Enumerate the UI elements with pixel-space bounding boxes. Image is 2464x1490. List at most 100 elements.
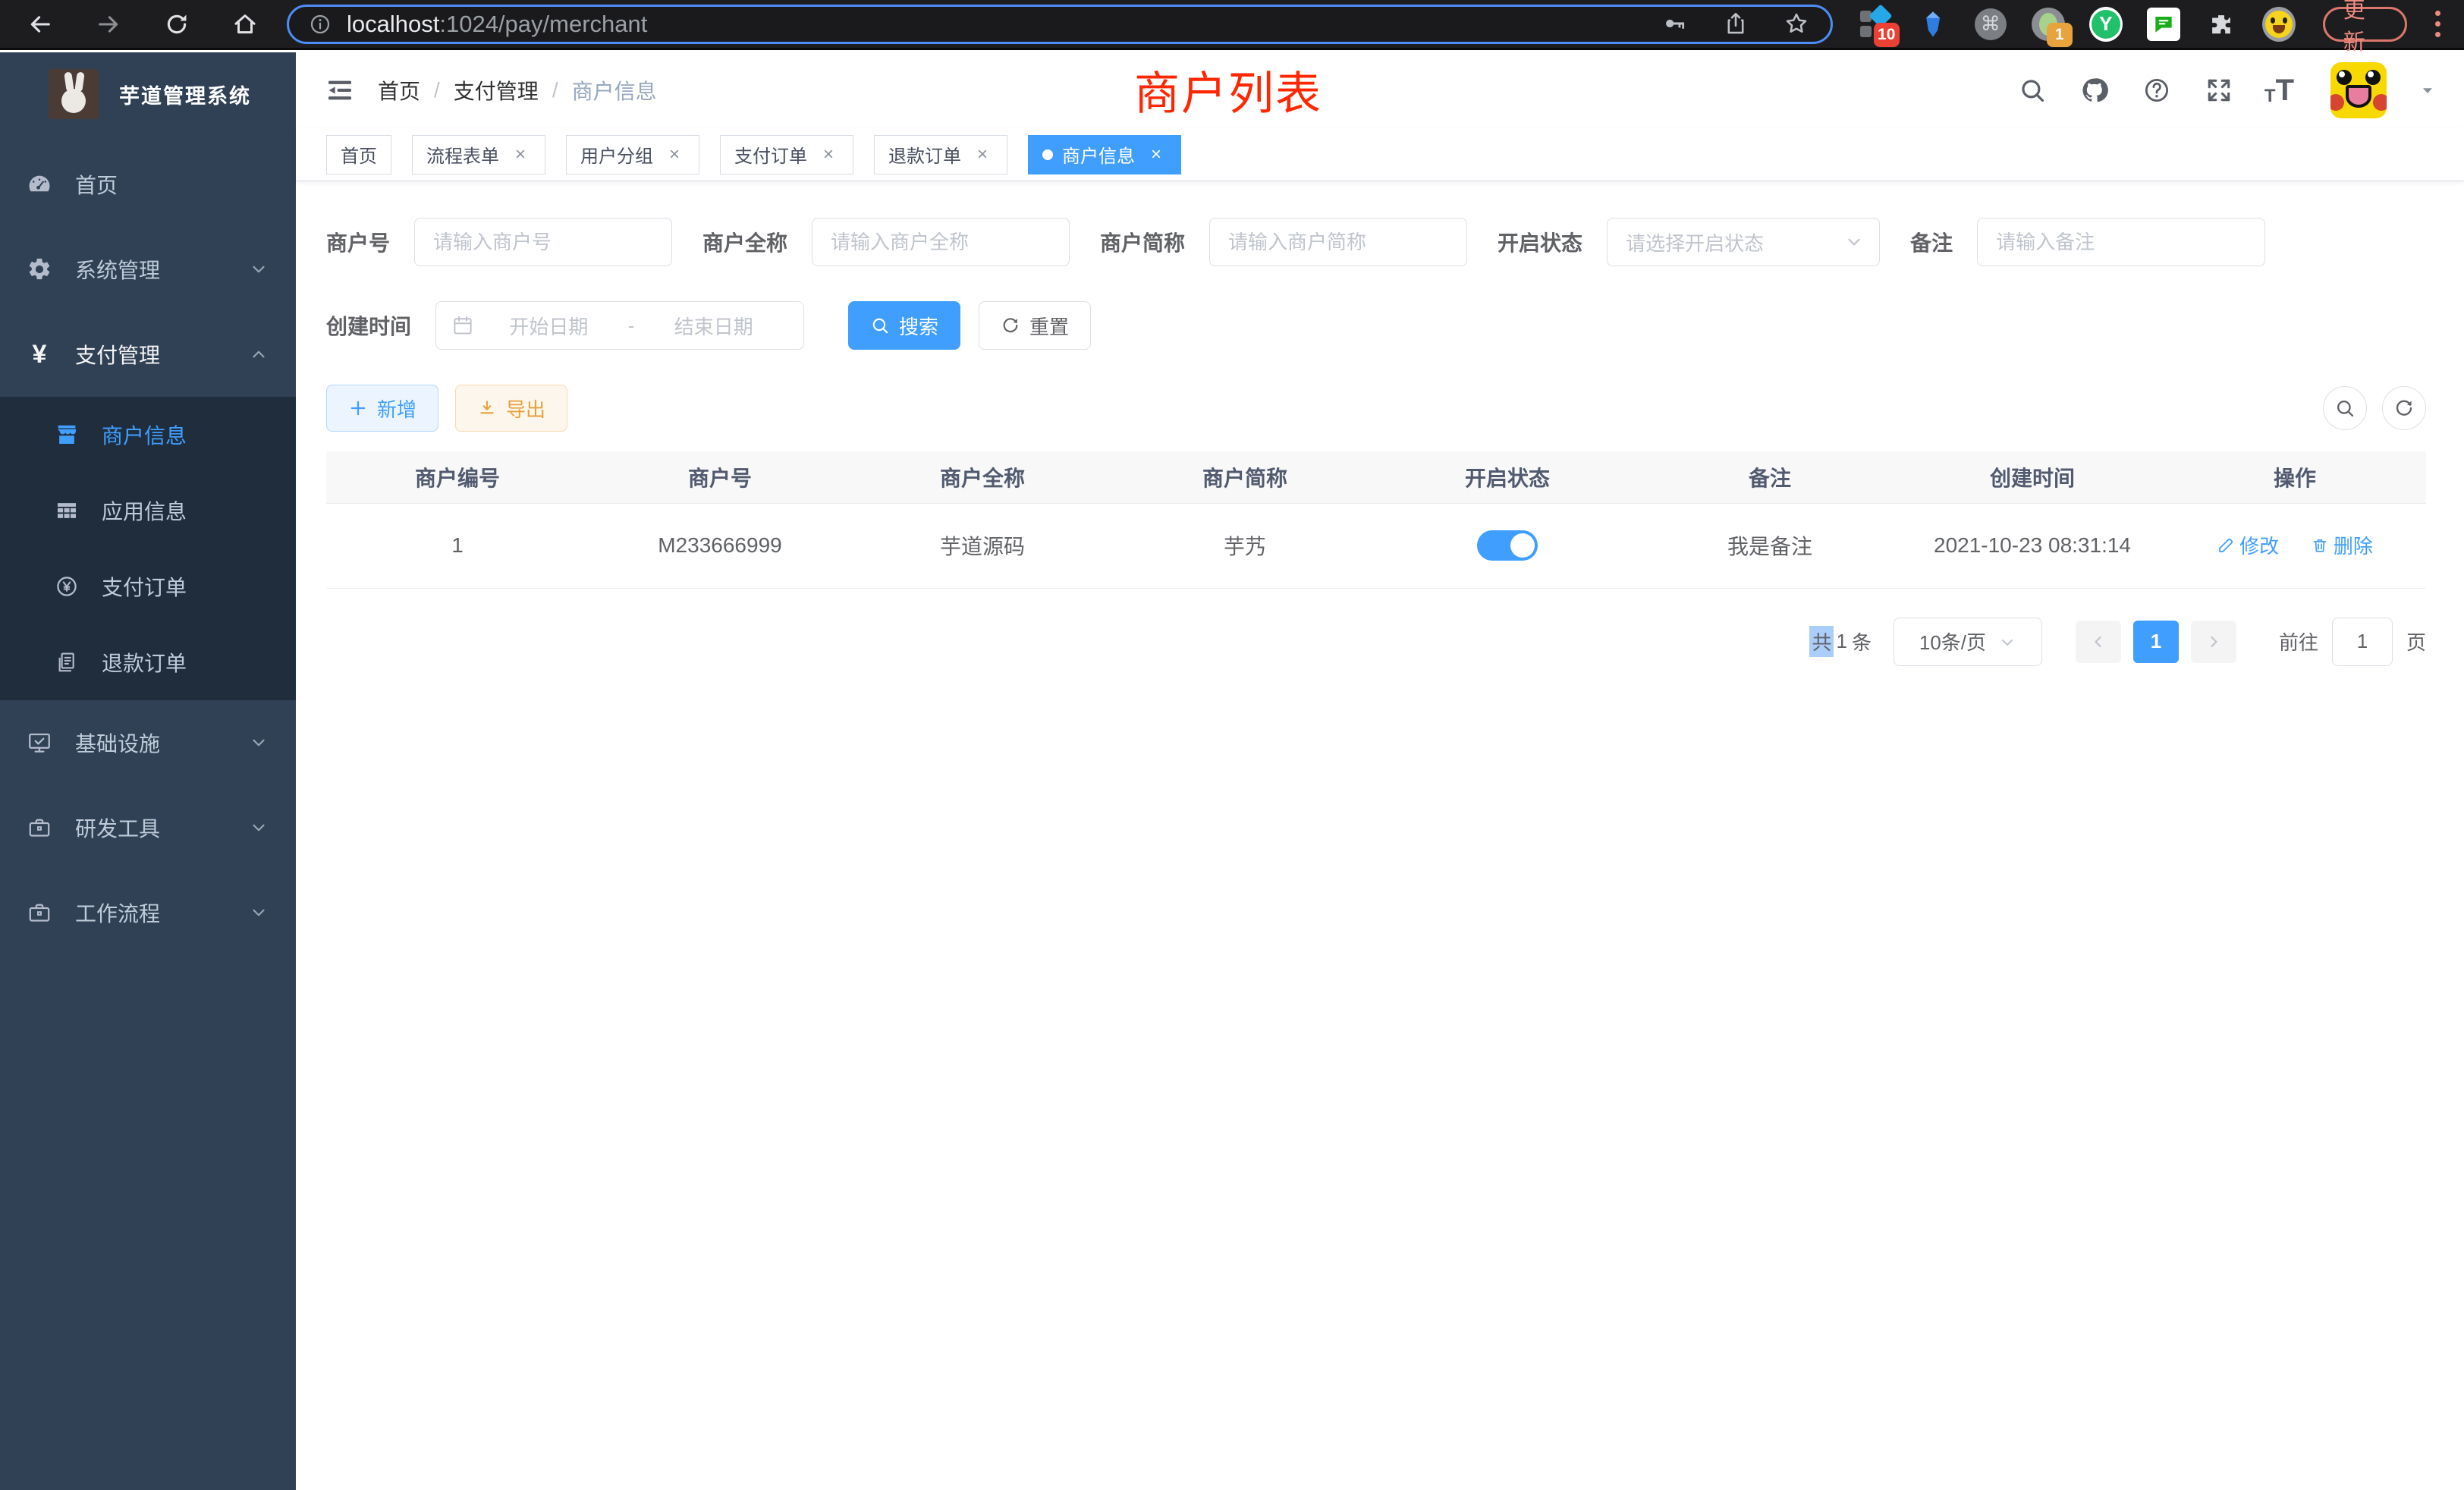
table-header-row: 商户编号 商户号 商户全称 商户简称 开启状态 备注 创建时间 操作 — [326, 451, 2426, 503]
toggle-search-button[interactable] — [2323, 386, 2367, 430]
github-icon[interactable] — [2078, 74, 2111, 107]
dashboard-icon — [27, 171, 52, 197]
tab-merchant-info[interactable]: 商户信息× — [1028, 135, 1181, 174]
toolbar-row: 新增 导出 — [326, 385, 2426, 432]
user-avatar[interactable] — [2330, 62, 2387, 118]
total-count: 共 1 条 — [1809, 626, 1874, 657]
chevron-down-icon — [1998, 630, 2016, 653]
chevron-up-icon — [249, 344, 269, 364]
chat-extension-icon[interactable] — [2147, 8, 2180, 41]
font-size-icon[interactable]: TT — [2264, 75, 2294, 105]
merchant-no-input[interactable] — [414, 218, 672, 266]
tab-pay-order[interactable]: 支付订单× — [720, 135, 853, 174]
sidebar-item-infrastructure[interactable]: 基础设施 — [0, 700, 296, 785]
filter-row-2: 创建时间 开始日期 - 结束日期 搜索 重置 — [326, 301, 2426, 350]
sidebar-item-dev-tools[interactable]: 研发工具 — [0, 785, 296, 870]
site-info-icon[interactable] — [309, 13, 332, 36]
cell-remark: 我是备注 — [1639, 503, 1901, 588]
tab-refund-order[interactable]: 退款订单× — [874, 135, 1007, 174]
close-icon[interactable]: × — [1146, 144, 1167, 165]
table-row: 1 M233666999 芋道源码 芋艿 我是备注 2021-10-23 08:… — [326, 503, 2426, 588]
sidebar-item-home[interactable]: 首页 — [0, 142, 296, 227]
sidebar-item-system[interactable]: 系统管理 — [0, 227, 296, 312]
edit-link[interactable]: 修改 — [2217, 531, 2279, 559]
active-dot — [1042, 149, 1053, 160]
cell-merchant-no: M233666999 — [589, 503, 851, 588]
tags-view-bar: 首页 流程表单× 用户分组× 支付订单× 退款订单× 商户信息× — [296, 128, 2464, 181]
remark-input[interactable] — [1977, 218, 2265, 266]
short-name-input[interactable] — [1209, 218, 1467, 266]
sidebar-item-app-info[interactable]: 应用信息 — [0, 473, 296, 549]
fullscreen-icon[interactable] — [2202, 74, 2236, 107]
y-extension-icon[interactable]: Y — [2089, 8, 2123, 41]
tab-process-form[interactable]: 流程表单× — [412, 135, 545, 174]
url-host: localhost — [347, 11, 439, 37]
browser-reload-button[interactable] — [162, 10, 191, 39]
command-extension-icon[interactable]: ⌘ — [1974, 8, 2007, 41]
status-toggle[interactable] — [1477, 530, 1538, 561]
cell-short-name: 芋艿 — [1114, 503, 1376, 588]
next-page-button[interactable] — [2191, 621, 2236, 663]
col-remark: 备注 — [1639, 451, 1901, 503]
pagination: 共 1 条 10条/页 1 前往 页 — [326, 618, 2426, 666]
close-icon[interactable]: × — [972, 144, 993, 165]
filter-row-1: 商户号 商户全称 商户简称 开启状态 请选择开启状态 备注 — [326, 218, 2426, 266]
breadcrumb-pay[interactable]: 支付管理 — [454, 75, 539, 105]
browser-forward-button[interactable] — [94, 10, 123, 39]
col-merchant-no: 商户号 — [589, 451, 851, 503]
document-icon — [55, 650, 79, 674]
rabbit-logo-image — [49, 69, 99, 119]
monitor-icon — [27, 730, 52, 756]
breadcrumb-home[interactable]: 首页 — [378, 75, 420, 105]
extensions-puzzle-icon[interactable] — [2205, 8, 2238, 41]
gem-extension-icon[interactable] — [1916, 8, 1950, 41]
close-icon[interactable]: × — [664, 144, 685, 165]
app-title: 芋道管理系统 — [119, 80, 251, 109]
caret-down-icon[interactable] — [2418, 81, 2437, 99]
search-button[interactable]: 搜索 — [848, 301, 960, 350]
cell-created-at: 2021-10-23 08:31:14 — [1901, 503, 2164, 588]
date-range-picker[interactable]: 开始日期 - 结束日期 — [435, 301, 804, 350]
page-number-1[interactable]: 1 — [2133, 621, 2179, 663]
col-full-name: 商户全称 — [851, 451, 1114, 503]
sidebar-item-pay[interactable]: ¥ 支付管理 — [0, 312, 296, 397]
delete-link[interactable]: 删除 — [2311, 531, 2373, 559]
add-button[interactable]: 新增 — [326, 385, 438, 432]
page-content: 商户号 商户全称 商户简称 开启状态 请选择开启状态 备注 — [296, 181, 2464, 666]
browser-update-button[interactable]: 更新 — [2323, 7, 2407, 42]
export-button[interactable]: 导出 — [455, 385, 567, 432]
avatar-extension-icon[interactable]: 1 — [2032, 8, 2065, 41]
chevron-down-icon — [249, 818, 269, 838]
search-icon[interactable] — [2016, 74, 2049, 107]
bookmark-star-icon[interactable] — [1784, 11, 1811, 38]
password-key-icon[interactable] — [1662, 11, 1689, 38]
sidebar-item-pay-order[interactable]: 支付订单 — [0, 549, 296, 624]
browser-back-button[interactable] — [26, 10, 55, 39]
close-icon[interactable]: × — [818, 144, 839, 165]
blocks-extension-icon[interactable]: 10 — [1859, 8, 1892, 41]
prev-page-button[interactable] — [2076, 621, 2121, 663]
address-bar[interactable]: localhost:1024/pay/merchant — [287, 5, 1833, 44]
close-icon[interactable]: × — [510, 144, 531, 165]
browser-menu-icon[interactable] — [2427, 11, 2449, 37]
sidebar-item-workflow[interactable]: 工作流程 — [0, 870, 296, 955]
filter-merchant-no: 商户号 — [326, 218, 672, 266]
tab-user-group[interactable]: 用户分组× — [566, 135, 699, 174]
emoji-profile-icon[interactable] — [2262, 8, 2296, 41]
hamburger-icon[interactable] — [323, 74, 357, 107]
help-icon[interactable] — [2140, 74, 2173, 107]
extension-badge: 10 — [1874, 23, 1900, 47]
tab-home[interactable]: 首页 — [326, 135, 391, 174]
full-name-input[interactable] — [812, 218, 1070, 266]
app-logo[interactable]: 芋道管理系统 — [0, 52, 296, 136]
sidebar-item-merchant-info[interactable]: 商户信息 — [0, 397, 296, 473]
goto-page-input[interactable] — [2332, 618, 2393, 666]
extension-icons: 10 ⌘ 1 Y — [1859, 8, 2296, 41]
page-size-select[interactable]: 10条/页 — [1894, 618, 2042, 666]
browser-home-button[interactable] — [231, 10, 259, 39]
reset-button[interactable]: 重置 — [979, 301, 1091, 350]
refresh-button[interactable] — [2382, 386, 2426, 430]
status-select[interactable]: 请选择开启状态 — [1607, 218, 1880, 266]
sidebar-item-refund-order[interactable]: 退款订单 — [0, 624, 296, 700]
share-icon[interactable] — [1723, 11, 1750, 38]
